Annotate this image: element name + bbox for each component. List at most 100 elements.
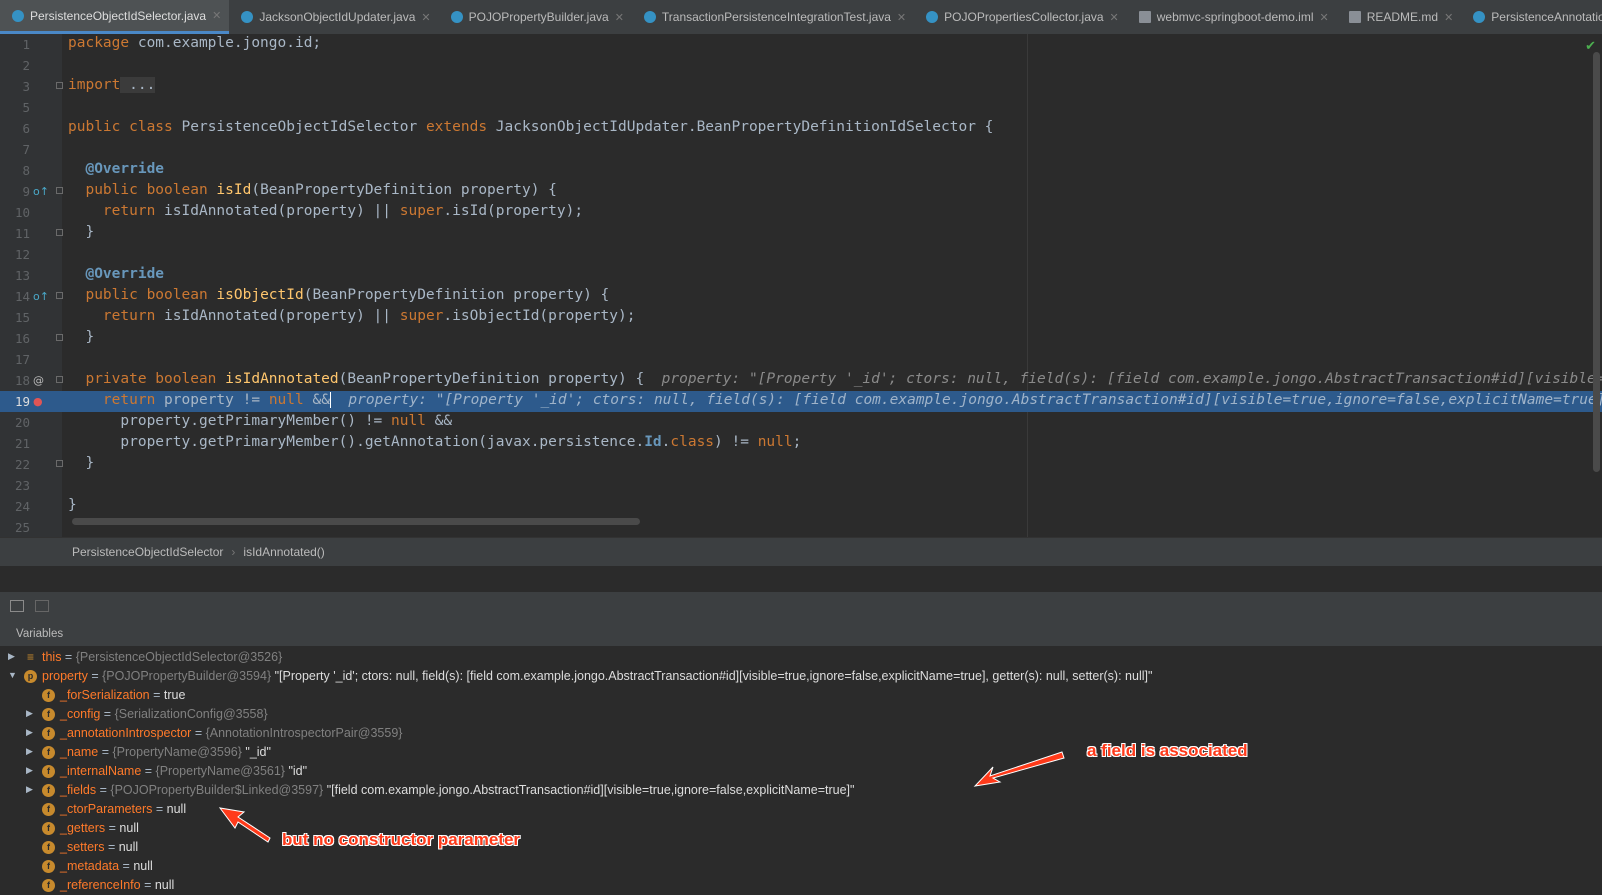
- expand-arrow-icon[interactable]: ▶: [26, 765, 33, 776]
- line-number: 21: [14, 436, 30, 451]
- expand-arrow-icon[interactable]: ▶: [26, 784, 33, 795]
- override-marker-icon[interactable]: o↑: [33, 290, 49, 303]
- tab-readme[interactable]: README.md ✕: [1337, 0, 1462, 34]
- line-number: 6: [22, 121, 30, 136]
- fold-icon[interactable]: [56, 460, 63, 467]
- code-line: 24 }: [0, 496, 1602, 517]
- variable-row[interactable]: ▶ f _annotationIntrospector = {Annotatio…: [0, 724, 1602, 743]
- line-number: 14: [14, 289, 30, 304]
- tab-persistenceobjectidselector[interactable]: PersistenceObjectIdSelector.java ✕: [0, 0, 230, 34]
- close-icon[interactable]: ✕: [1110, 11, 1119, 24]
- field-icon: f: [42, 879, 55, 892]
- class-icon: [1473, 11, 1486, 23]
- tab-pojopropertiescollector[interactable]: POJOPropertiesCollector.java ✕: [914, 0, 1127, 34]
- equals-sign: =: [105, 821, 120, 835]
- code-text: .isId(property);: [443, 203, 584, 219]
- fold-icon[interactable]: [56, 82, 63, 89]
- table-view-icon[interactable]: [10, 600, 24, 612]
- variable-row[interactable]: ▼ p property = {POJOPropertyBuilder@3594…: [0, 667, 1602, 686]
- variable-row[interactable]: f _metadata = null: [0, 857, 1602, 876]
- breadcrumb-method[interactable]: isIdAnnotated(): [243, 545, 324, 559]
- variable-row[interactable]: f _referenceInfo = null: [0, 876, 1602, 895]
- folded-imports[interactable]: ...: [120, 77, 156, 93]
- code-text: (BeanPropertyDefinition property) {: [303, 287, 610, 303]
- variable-row[interactable]: f _getters = null: [0, 819, 1602, 838]
- breakpoint-icon[interactable]: ●: [33, 395, 43, 408]
- keyword: extends: [417, 119, 488, 135]
- tab-pojopropertybuilder[interactable]: POJOPropertyBuilder.java ✕: [439, 0, 632, 34]
- horizontal-scrollbar[interactable]: [72, 518, 640, 525]
- equals-sign: =: [191, 726, 206, 740]
- code-editor[interactable]: 1 package com.example.jongo.id; 2 3 impo…: [0, 34, 1602, 537]
- expand-arrow-icon[interactable]: ▶: [26, 708, 33, 719]
- tab-label: POJOPropertyBuilder.java: [468, 10, 609, 24]
- variable-row[interactable]: ▶ f _config = {SerializationConfig@3558}: [0, 705, 1602, 724]
- code-line: 7: [0, 139, 1602, 160]
- annotation-field-associated: a field is associated: [1087, 741, 1248, 760]
- variable-name: _referenceInfo: [60, 878, 141, 892]
- variable-name: this: [42, 650, 62, 664]
- fold-icon[interactable]: [56, 187, 63, 194]
- fold-icon[interactable]: [56, 229, 63, 236]
- class-icon: [450, 11, 463, 23]
- vertical-scrollbar[interactable]: [1593, 52, 1600, 472]
- equals-sign: =: [104, 840, 119, 854]
- tab-transactionpersistenceintegrationtest[interactable]: TransactionPersistenceIntegrationTest.ja…: [632, 0, 914, 34]
- tab-webmvc-springboot-demo-iml[interactable]: webmvc-springboot-demo.iml ✕: [1127, 0, 1337, 34]
- variable-row[interactable]: f _forSerialization = true: [0, 686, 1602, 705]
- variables-tab[interactable]: Variables: [0, 622, 1602, 646]
- close-icon[interactable]: ✕: [1444, 11, 1453, 24]
- equals-sign: =: [87, 669, 103, 683]
- line-number: 15: [14, 310, 30, 325]
- method-name: isObjectId: [207, 287, 304, 303]
- equals-sign: =: [140, 878, 155, 892]
- breadcrumb: PersistenceObjectIdSelector › isIdAnnota…: [0, 537, 1602, 566]
- variable-row[interactable]: f _setters = null: [0, 838, 1602, 857]
- keyword: private boolean: [85, 371, 217, 387]
- tab-persistenceannotationid[interactable]: PersistenceAnnotationId!: [1461, 0, 1602, 34]
- field-icon: f: [42, 746, 55, 759]
- expand-arrow-icon[interactable]: ▶: [26, 727, 33, 738]
- code-line: 12: [0, 244, 1602, 265]
- layout-icon[interactable]: [35, 600, 49, 612]
- variable-row[interactable]: ▶ ≡ this = {PersistenceObjectIdSelector@…: [0, 648, 1602, 667]
- close-icon[interactable]: ✕: [421, 11, 430, 24]
- line-number: 5: [22, 100, 30, 115]
- keyword: class: [120, 119, 173, 135]
- keyword: super: [399, 203, 444, 219]
- tab-jacksonobjectidupdater[interactable]: JacksonObjectIdUpdater.java ✕: [229, 0, 438, 34]
- line-number: 22: [14, 457, 30, 472]
- variable-row[interactable]: ▶ f _name = {PropertyName@3596} "_id": [0, 743, 1602, 762]
- breadcrumb-class[interactable]: PersistenceObjectIdSelector: [72, 545, 223, 559]
- variables-panel: Variables ▶ ≡ this = {PersistenceObjectI…: [0, 622, 1602, 895]
- expand-arrow-icon[interactable]: ▶: [8, 651, 15, 662]
- close-icon[interactable]: ✕: [897, 11, 906, 24]
- annotation-type: Id: [644, 434, 662, 450]
- keyword: import: [68, 77, 121, 93]
- close-icon[interactable]: ✕: [1320, 11, 1329, 24]
- variable-row[interactable]: ▶ f _internalName = {PropertyName@3561} …: [0, 762, 1602, 781]
- fold-icon[interactable]: [56, 334, 63, 341]
- variable-name: _config: [60, 707, 101, 721]
- variable-type: {PersistenceObjectIdSelector@3526}: [75, 650, 283, 664]
- line-number: 7: [22, 142, 30, 157]
- variable-value: null: [119, 821, 139, 835]
- tab-label: POJOPropertiesCollector.java: [944, 10, 1104, 24]
- code-line: 3 import ...: [0, 76, 1602, 97]
- fold-icon[interactable]: [56, 376, 63, 383]
- annotation: @Override: [85, 161, 165, 177]
- close-icon[interactable]: ✕: [615, 11, 624, 24]
- variable-row[interactable]: ▶ f _fields = {POJOPropertyBuilder$Linke…: [0, 781, 1602, 800]
- equals-sign: =: [100, 707, 115, 721]
- override-marker-icon[interactable]: o↑: [33, 185, 49, 198]
- variable-value: "id": [284, 764, 308, 778]
- field-icon: f: [42, 784, 55, 797]
- collapse-arrow-icon[interactable]: ▼: [8, 670, 17, 680]
- close-icon[interactable]: ✕: [212, 9, 221, 22]
- fold-icon[interactable]: [56, 292, 63, 299]
- equals-sign: =: [61, 650, 76, 664]
- variable-row[interactable]: f _ctorParameters = null: [0, 800, 1602, 819]
- expand-arrow-icon[interactable]: ▶: [26, 746, 33, 757]
- code-line: 17: [0, 349, 1602, 370]
- tab-label: TransactionPersistenceIntegrationTest.ja…: [661, 10, 891, 24]
